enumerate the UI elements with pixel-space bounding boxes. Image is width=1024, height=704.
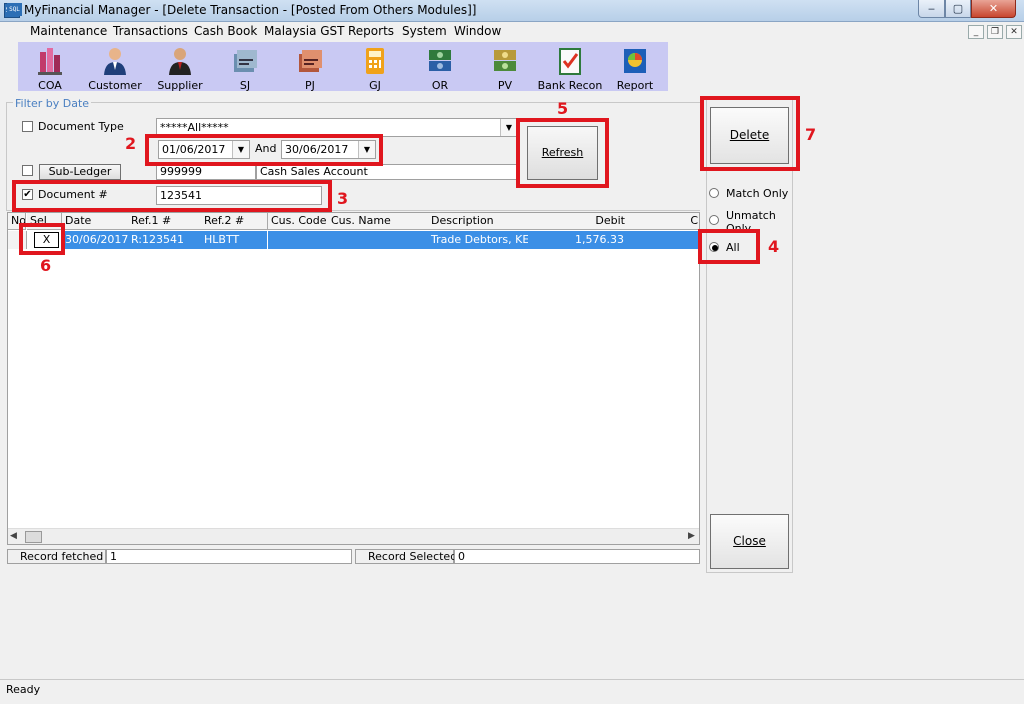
radio-match-only[interactable] xyxy=(709,188,719,198)
scroll-left-icon[interactable]: ◀ xyxy=(10,531,17,541)
account-code-field[interactable]: 999999 xyxy=(156,164,256,180)
annotation-number-6: 6 xyxy=(40,256,52,275)
annotation-box-5 xyxy=(516,118,609,188)
annotation-box-7 xyxy=(700,96,800,171)
mdi-restore-button[interactable]: ❐ xyxy=(987,25,1003,39)
mdi-close-button[interactable]: ✕ xyxy=(1006,25,1022,39)
toolbar: COA Customer Supplier SJ PJ GJ OR PV Ban… xyxy=(18,42,668,92)
horizontal-scrollbar[interactable]: ◀ ▶ xyxy=(8,528,699,544)
table-row-ref1[interactable]: R:123541 xyxy=(128,231,202,249)
sub-ledger-checkbox[interactable] xyxy=(22,165,33,176)
annotation-number-3: 3 xyxy=(337,189,349,208)
grid-header-date[interactable]: Date xyxy=(62,213,129,230)
toolbar-label: COA xyxy=(38,79,62,92)
menu-cash-book[interactable]: Cash Book xyxy=(194,24,257,38)
grid-header-description[interactable]: Description xyxy=(428,213,529,230)
filter-legend: Filter by Date xyxy=(13,97,92,110)
annotation-number-2: 2 xyxy=(125,134,137,153)
toolbar-pj-button[interactable]: PJ xyxy=(278,42,342,92)
toolbar-label: OR xyxy=(431,79,449,92)
transaction-grid: No. Sel Date Ref.1 # Ref.2 # Cus. Code C… xyxy=(7,212,700,545)
record-fetched-value: 1 xyxy=(106,549,352,564)
sales-journal-icon xyxy=(234,50,257,72)
annotation-number-4: 4 xyxy=(768,237,780,256)
window-close-button[interactable]: ✕ xyxy=(971,0,1016,18)
toolbar-label: GJ xyxy=(369,79,381,92)
table-row-date[interactable]: 30/06/2017 xyxy=(62,231,129,249)
grid-header-ref2[interactable]: Ref.2 # xyxy=(201,213,268,230)
table-row-cus-code[interactable] xyxy=(268,231,329,249)
menu-malaysia-gst[interactable]: Malaysia GST xyxy=(264,24,345,38)
menu-window[interactable]: Window xyxy=(454,24,501,38)
table-row-debit[interactable]: 1,576.33 xyxy=(528,231,629,249)
document-type-checkbox[interactable] xyxy=(22,121,33,132)
close-button[interactable]: Close xyxy=(710,514,789,569)
annotation-number-5: 5 xyxy=(557,99,569,118)
scrollbar-thumb[interactable] xyxy=(25,531,42,543)
match-only-label: Match Only xyxy=(726,187,789,200)
status-text: Ready xyxy=(6,683,41,696)
general-journal-icon xyxy=(366,48,384,74)
minimize-button[interactable]: ‒ xyxy=(918,0,945,18)
toolbar-coa-button[interactable]: COA xyxy=(18,42,82,92)
table-row-credit[interactable] xyxy=(628,231,699,249)
menu-maintenance[interactable]: Maintenance xyxy=(30,24,107,38)
grid-header-ref1[interactable]: Ref.1 # xyxy=(128,213,202,230)
toolbar-label: Report xyxy=(616,79,654,92)
account-name-field: Cash Sales Account xyxy=(256,164,518,180)
purchase-journal-icon xyxy=(299,50,322,72)
toolbar-pv-button[interactable]: PV xyxy=(473,42,537,92)
menu-reports[interactable]: Reports xyxy=(348,24,394,38)
toolbar-or-button[interactable]: OR xyxy=(408,42,472,92)
chevron-down-icon[interactable]: ▼ xyxy=(500,119,517,136)
toolbar-supplier-button[interactable]: Supplier xyxy=(148,42,212,92)
radio-unmatch-only[interactable] xyxy=(709,215,719,225)
record-fetched-label: Record fetched xyxy=(7,549,106,564)
menu-system[interactable]: System xyxy=(402,24,447,38)
status-bar xyxy=(0,679,1024,704)
toolbar-customer-button[interactable]: Customer xyxy=(83,42,147,92)
coa-icon xyxy=(38,48,62,75)
annotation-box-6 xyxy=(19,223,65,255)
document-type-label: Document Type xyxy=(38,120,124,133)
payment-voucher-icon xyxy=(494,50,516,71)
sub-ledger-button[interactable]: Sub-Ledger xyxy=(39,164,121,180)
child-window-icon[interactable]: SQL xyxy=(7,3,22,16)
supplier-icon xyxy=(169,48,191,75)
toolbar-label: PJ xyxy=(305,79,315,92)
table-row-description[interactable]: Trade Debtors, KED xyxy=(428,231,529,249)
report-icon xyxy=(624,49,646,73)
maximize-button[interactable]: ▢ xyxy=(945,0,971,18)
toolbar-gj-button[interactable]: GJ xyxy=(343,42,407,92)
bank-recon-icon xyxy=(559,48,581,75)
toolbar-report-button[interactable]: Report xyxy=(603,42,667,92)
official-receipt-icon xyxy=(429,50,451,71)
document-type-value: *****All***** xyxy=(160,121,229,134)
record-selected-label: Record Selected xyxy=(355,549,457,564)
customer-icon xyxy=(104,48,126,75)
record-selected-value: 0 xyxy=(454,549,700,564)
toolbar-sj-button[interactable]: SJ xyxy=(213,42,277,92)
grid-header-cus-name[interactable]: Cus. Name xyxy=(328,213,429,230)
toolbar-label: Supplier xyxy=(157,79,203,92)
annotation-number-7: 7 xyxy=(805,125,817,144)
grid-header-cus-code[interactable]: Cus. Code xyxy=(268,213,329,230)
table-row-ref2[interactable]: HLBTT xyxy=(201,231,268,249)
scroll-right-icon[interactable]: ▶ xyxy=(688,531,695,541)
toolbar-label: PV xyxy=(497,79,513,92)
close-label: Close xyxy=(733,534,766,548)
toolbar-bank-recon-button[interactable]: Bank Recon xyxy=(538,42,602,92)
grid-header-credit[interactable]: C xyxy=(628,213,699,230)
annotation-box-2 xyxy=(145,134,383,166)
toolbar-label: SJ xyxy=(239,79,251,92)
mdi-minimize-button[interactable]: _ xyxy=(968,25,984,39)
annotation-box-4 xyxy=(698,229,760,264)
window-title: MyFinancial Manager - [Delete Transactio… xyxy=(24,3,477,17)
menu-transactions[interactable]: Transactions xyxy=(113,24,188,38)
grid-header-debit[interactable]: Debit xyxy=(528,213,629,230)
annotation-box-3 xyxy=(12,180,332,212)
toolbar-label: Bank Recon xyxy=(537,79,603,92)
toolbar-label: Customer xyxy=(88,79,142,92)
table-row-cus-name[interactable] xyxy=(328,231,429,249)
